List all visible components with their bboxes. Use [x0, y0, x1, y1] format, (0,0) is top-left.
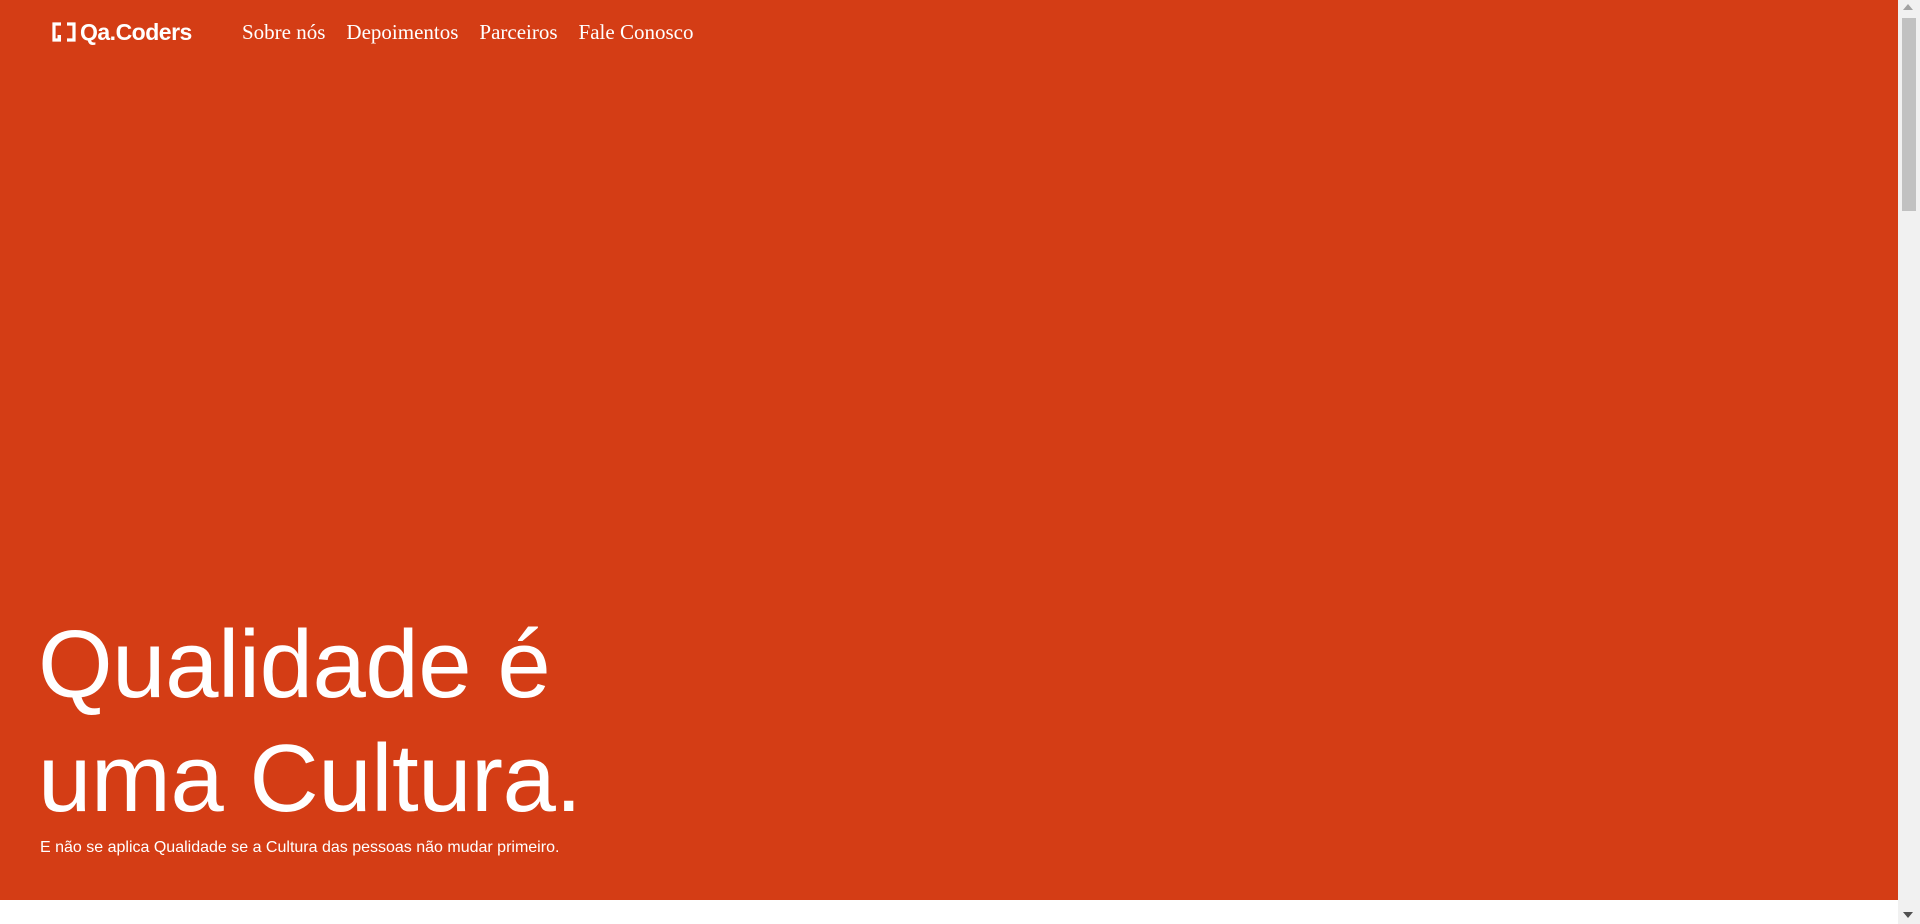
hero-section: Qa.Coders Sobre nós Depoimentos Parceiro…: [0, 0, 1898, 900]
logo-link[interactable]: Qa.Coders: [52, 18, 192, 46]
scroll-up-arrow-icon[interactable]: [1903, 4, 1913, 10]
nav-link-parceiros[interactable]: Parceiros: [479, 18, 557, 46]
scrollbar-thumb[interactable]: [1902, 18, 1916, 211]
logo-text: Qa.Coders: [80, 19, 192, 45]
hero-headline: Qualidade é uma Cultura.: [38, 608, 582, 836]
nav-link-sobre-nos[interactable]: Sobre nós: [242, 18, 325, 46]
hero-subtext: E não se aplica Qualidade se a Cultura d…: [40, 839, 560, 856]
nav-links: Sobre nós Depoimentos Parceiros Fale Con…: [242, 18, 714, 46]
nav-link-fale-conosco[interactable]: Fale Conosco: [579, 18, 694, 46]
scroll-down-arrow-icon[interactable]: [1903, 912, 1913, 918]
hero-headline-line-2: uma Cultura.: [38, 725, 582, 832]
top-navbar: Qa.Coders Sobre nós Depoimentos Parceiro…: [0, 0, 1898, 64]
hero-headline-line-1: Qualidade é: [38, 611, 551, 718]
vertical-scrollbar[interactable]: [1898, 0, 1920, 924]
page: Qa.Coders Sobre nós Depoimentos Parceiro…: [0, 0, 1920, 924]
brackets-logo-icon: [52, 22, 76, 42]
nav-link-depoimentos[interactable]: Depoimentos: [346, 18, 458, 46]
